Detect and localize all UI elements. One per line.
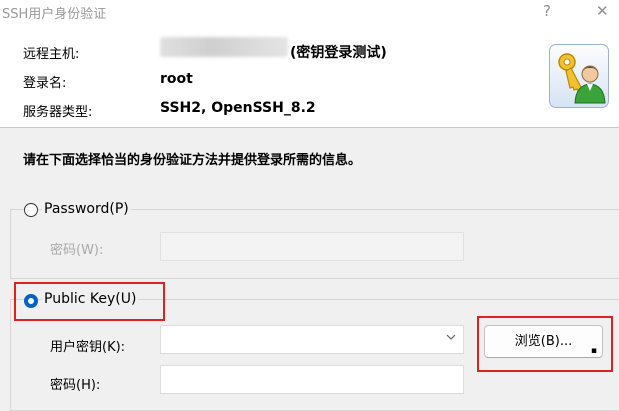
info-header: 远程主机: (密钥登录测试) 登录名: root 服务器类型: SSH2, Op… <box>0 26 619 127</box>
header-divider <box>0 127 619 128</box>
keys-user-icon <box>549 44 609 108</box>
host-value: (密钥登录测试) <box>290 45 387 61</box>
server-type-label: 服务器类型: <box>23 105 93 120</box>
publickey-radio-label[interactable]: Public Key(U) <box>42 291 139 307</box>
user-key-label: 用户密钥(K): <box>50 340 126 355</box>
help-button[interactable]: ? <box>543 2 551 20</box>
browse-button[interactable]: 浏览(B)... ▪ <box>484 325 603 358</box>
corner-dot-icon: ▪ <box>590 346 597 356</box>
password-radio-label[interactable]: Password(P) <box>42 201 131 217</box>
login-label: 登录名: <box>23 76 67 91</box>
chevron-down-icon[interactable] <box>446 331 456 345</box>
passphrase-label: 密码(H): <box>50 378 101 393</box>
password-radio[interactable] <box>24 203 38 217</box>
login-value: root <box>160 71 193 87</box>
browse-button-label: 浏览(B)... <box>514 334 573 349</box>
passphrase-input[interactable] <box>160 365 464 394</box>
host-redacted <box>160 37 288 57</box>
close-button[interactable]: ✕ <box>596 2 609 20</box>
instruction-text: 请在下面选择恰当的身份验证方法并提供登录所需的信息。 <box>23 153 362 168</box>
title-bar: SSH用户身份验证 ? ✕ <box>0 0 619 26</box>
user-key-dropdown[interactable] <box>160 325 464 354</box>
server-type-value: SSH2, OpenSSH_8.2 <box>160 100 316 116</box>
publickey-radio[interactable] <box>24 294 38 308</box>
password-field-label: 密码(W): <box>50 243 104 258</box>
password-input[interactable] <box>160 232 464 261</box>
window-title: SSH用户身份验证 <box>2 7 107 22</box>
host-label: 远程主机: <box>23 47 80 62</box>
